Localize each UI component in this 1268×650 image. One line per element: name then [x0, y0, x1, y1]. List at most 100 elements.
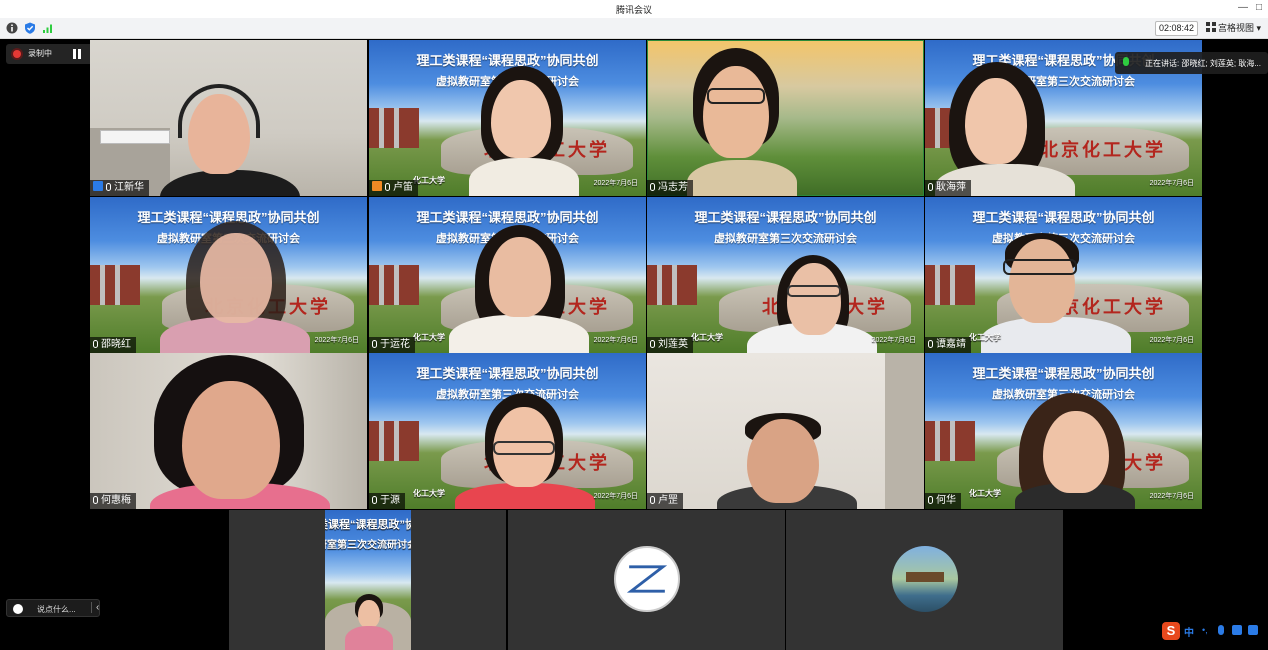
portrait-video: 理工类课程“课程思政”协同共创 虚拟教研室第三次交流研讨会: [325, 510, 411, 650]
mic-icon: [928, 183, 933, 191]
campus-building: [925, 265, 975, 305]
skin-icon[interactable]: [1248, 625, 1258, 635]
view-mode-button[interactable]: 宫格视图 ▾: [1206, 21, 1261, 36]
meeting-banner-line1: 理工类课程“课程思政”协同共创: [416, 53, 599, 68]
keyboard-icon[interactable]: [1232, 625, 1242, 635]
video-tile-15[interactable]: [786, 510, 1063, 650]
restore-button[interactable]: □: [1256, 2, 1262, 14]
mic-icon: [93, 340, 98, 348]
door-frame: [885, 353, 924, 509]
meeting-banner-line1: 理工类课程“课程思政”协同共创: [972, 210, 1155, 225]
participant-body: [345, 626, 393, 650]
participant-body: [469, 158, 579, 196]
school-name-caption: 化工大学: [969, 489, 1001, 498]
video-tile-3[interactable]: 冯志芳: [647, 40, 924, 196]
participant-name: 江新华: [114, 182, 144, 193]
participant-name: 邵晓红: [101, 339, 131, 350]
network-signal-icon[interactable]: [42, 22, 54, 34]
collapse-chevron-icon[interactable]: ‹: [91, 602, 99, 613]
video-tile-7[interactable]: 理工类课程“课程思政”协同共创 虚拟教研室第三次交流研讨会 北京化工大学 化工大…: [647, 197, 924, 353]
mic-icon: [372, 340, 377, 348]
meeting-banner-line2: 虚拟教研室第三次交流研讨会: [325, 540, 411, 551]
video-tile-8[interactable]: 理工类课程“课程思政”协同共创 虚拟教研室第三次交流研讨会 北京化工大学 化工大…: [925, 197, 1202, 353]
meeting-banner-line2: 虚拟教研室第三次交流研讨会: [714, 233, 857, 245]
participant-name-tag: 邵晓红: [90, 337, 136, 353]
participant-name: 耿海萍: [936, 182, 966, 193]
participant-name-tag: 刘莲英: [647, 337, 693, 353]
video-tile-12[interactable]: 理工类课程“课程思政”协同共创 虚拟教研室第三次交流研讨会 北京化工大学 化工大…: [925, 353, 1202, 509]
participant-name: 于运花: [380, 339, 410, 350]
participant-face: [1043, 411, 1109, 493]
mic-icon: [650, 496, 655, 504]
participant-name: 卢笛: [393, 182, 413, 193]
video-tile-6[interactable]: 理工类课程“课程思政”协同共创 虚拟教研室第三次交流研讨会 北京化工大学 化工大…: [369, 197, 646, 353]
participant-name-tag: 卢罡: [647, 493, 683, 509]
participant-face: [200, 233, 272, 323]
view-mode-label: 宫格视图: [1218, 23, 1255, 33]
participant-face: [703, 66, 769, 158]
pause-recording-button[interactable]: [72, 49, 82, 59]
chat-input[interactable]: 说点什么... ‹: [6, 599, 100, 617]
meeting-date: 2022年7月6日: [1149, 180, 1194, 187]
video-tile-1[interactable]: 江新华: [90, 40, 367, 196]
minimize-button[interactable]: —: [1238, 2, 1248, 14]
ime-language[interactable]: 中: [1184, 624, 1194, 639]
participant-name-tag: 谭嘉靖: [925, 337, 971, 353]
sogou-logo-icon[interactable]: S: [1162, 622, 1180, 640]
participant-body: [981, 317, 1131, 353]
speaking-mic-icon: [1123, 57, 1129, 66]
window-titlebar: 腾讯会议 — □: [0, 0, 1268, 18]
meeting-date: 2022年7月6日: [314, 337, 359, 344]
video-tile-9[interactable]: 何惠梅: [90, 353, 367, 509]
meeting-date: 2022年7月6日: [593, 180, 638, 187]
microphone-icon[interactable]: [1218, 625, 1224, 635]
security-shield-icon[interactable]: [24, 22, 36, 34]
campus-building: [369, 108, 419, 148]
glasses-icon: [787, 285, 841, 297]
ime-toolbar: S 中 •,: [1162, 622, 1268, 640]
mic-icon: [106, 183, 111, 191]
participant-name-tag: 江新华: [90, 180, 149, 196]
participant-name-tag: 冯志芳: [647, 180, 693, 196]
meeting-banner-line1: 理工类课程“课程思政”协同共创: [325, 519, 411, 531]
punctuation-icon[interactable]: •,: [1202, 625, 1212, 635]
school-name-caption: 化工大学: [969, 333, 1001, 342]
campus-building: [925, 421, 975, 461]
video-tile-14[interactable]: [508, 510, 785, 650]
avatar: [614, 546, 680, 612]
window-title: 腾讯会议: [615, 5, 652, 15]
video-tile-11[interactable]: 卢罡: [647, 353, 924, 509]
participant-name-tag: 卢笛: [369, 180, 418, 196]
info-icon[interactable]: [6, 22, 18, 34]
participant-name-tag: 何惠梅: [90, 493, 136, 509]
host-badge-icon: [93, 181, 103, 191]
cohost-badge-icon: [372, 181, 382, 191]
active-speaker-banner: 正在讲话: 邵晓红; 刘莲英; 耿海...: [1115, 52, 1268, 74]
mic-icon: [650, 340, 655, 348]
rock-inscription: 北京化工大学: [1040, 140, 1166, 160]
emoji-icon[interactable]: [13, 604, 23, 614]
school-name-caption: 化工大学: [691, 333, 723, 342]
avatar: [892, 546, 958, 612]
participant-body: [687, 160, 797, 196]
participant-face: [489, 237, 551, 317]
video-tile-10[interactable]: 理工类课程“课程思政”协同共创 虚拟教研室第三次交流研讨会 北京化工大学 化工大…: [369, 353, 646, 509]
meeting-banner-line1: 理工类课程“课程思政”协同共创: [694, 210, 877, 225]
participant-name: 冯志芳: [658, 182, 688, 193]
glasses-icon: [1003, 259, 1077, 275]
mic-icon: [93, 496, 98, 504]
meeting-date: 2022年7月6日: [1149, 337, 1194, 344]
chevron-down-icon: ▾: [1256, 23, 1262, 33]
glasses-icon: [493, 441, 555, 455]
headset-icon: [178, 84, 260, 138]
video-tile-5[interactable]: 理工类课程“课程思政”协同共创 虚拟教研室第三次交流研讨会 北京化工大学 202…: [90, 197, 367, 353]
meeting-date: 2022年7月6日: [871, 337, 916, 344]
chat-placeholder: 说点什么...: [37, 605, 76, 614]
participant-face: [965, 78, 1027, 164]
participant-face: [491, 80, 551, 158]
meeting-timer: 02:08:42: [1155, 21, 1198, 36]
video-tile-2[interactable]: 理工类课程“课程思政”协同共创 虚拟教研室第三次交流研讨会 北京化工大学 化工大…: [369, 40, 646, 196]
participant-body: [160, 170, 300, 196]
video-tile-13[interactable]: 理工类课程“课程思政”协同共创 虚拟教研室第三次交流研讨会: [229, 510, 506, 650]
mic-icon: [650, 183, 655, 191]
